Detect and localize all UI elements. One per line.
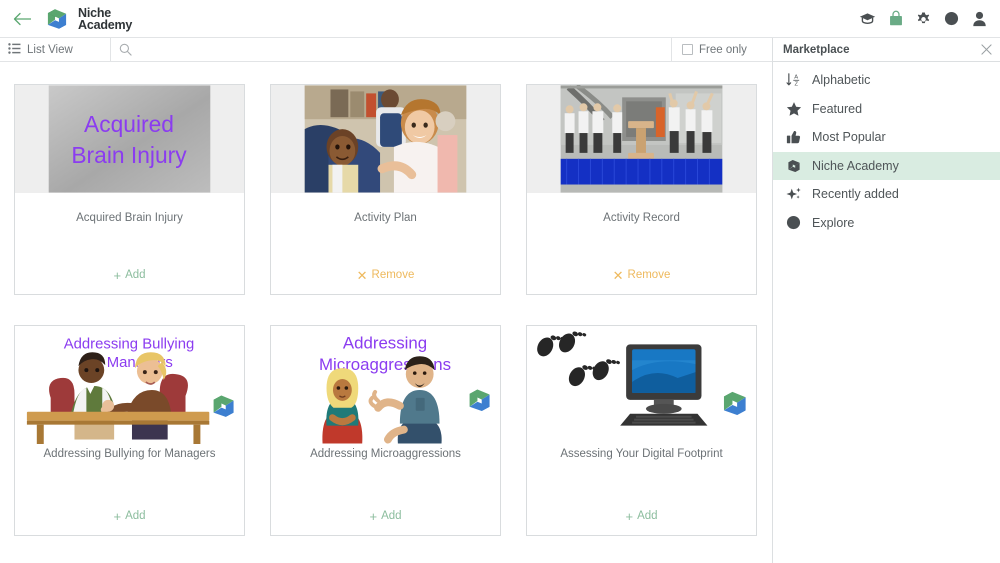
course-title: Addressing Bullying for Managers bbox=[43, 448, 216, 460]
sidebar-title: Marketplace bbox=[783, 43, 850, 56]
remove-course-button[interactable]: ✕ Remove bbox=[271, 256, 500, 294]
brand-logo-block[interactable]: Niche Academy bbox=[44, 6, 132, 32]
course-card[interactable]: Assessing Your Digital Footprint + Add bbox=[526, 325, 757, 536]
free-only-checkbox-row[interactable]: Free only bbox=[672, 44, 772, 56]
course-title: Activity Record bbox=[603, 212, 680, 224]
brand-name: Niche Academy bbox=[78, 5, 133, 32]
course-thumbnail: Addressing Bullying for Managers bbox=[15, 326, 244, 444]
plus-icon: + bbox=[113, 267, 122, 283]
svg-text:A: A bbox=[794, 75, 798, 81]
sidebar-list: A Z Alphabetic Featured Most Popular Nic… bbox=[773, 62, 1000, 237]
niche-academy-logo-icon bbox=[47, 8, 67, 29]
content-toolbar: List View Free only bbox=[0, 37, 772, 62]
sort-alpha-icon: A Z bbox=[785, 72, 802, 89]
sidebar-item-label: Recently added bbox=[812, 187, 899, 202]
brand-line-1: Niche bbox=[78, 5, 112, 20]
remove-course-label: Remove bbox=[627, 269, 671, 281]
brand-line-2: Academy bbox=[78, 17, 133, 32]
header-icon-group bbox=[859, 10, 988, 27]
course-card[interactable]: Addressing Bullying for Managers Address… bbox=[14, 325, 245, 536]
course-card[interactable]: Activity Plan ✕ Remove bbox=[270, 84, 501, 295]
course-thumbnail bbox=[527, 326, 756, 444]
gear-icon[interactable] bbox=[915, 10, 932, 27]
course-card[interactable]: Addressing Microaggressions Addressing M… bbox=[270, 325, 501, 536]
sidebar-item-most-popular[interactable]: Most Popular bbox=[773, 123, 1000, 152]
back-arrow-icon[interactable] bbox=[12, 8, 34, 30]
star-icon bbox=[785, 100, 802, 117]
thumb-title-line-1: Addressing bbox=[343, 333, 427, 352]
close-icon[interactable] bbox=[981, 44, 992, 55]
search-icon bbox=[119, 43, 132, 61]
sidebar-item-label: Niche Academy bbox=[812, 158, 899, 173]
add-course-button[interactable]: + Add bbox=[527, 497, 756, 535]
plus-icon: + bbox=[113, 508, 122, 524]
add-course-label: Add bbox=[381, 510, 402, 522]
sidebar-header: Marketplace bbox=[773, 38, 1000, 62]
sidebar-item-label: Alphabetic bbox=[812, 73, 871, 88]
course-thumbnail: Acquired Brain Injury bbox=[15, 85, 244, 193]
marketplace-page: Niche Academy List View Free only Acquir… bbox=[0, 0, 1000, 563]
marketplace-sidebar: Marketplace A Z Alphabetic Featured Most… bbox=[772, 38, 1000, 563]
add-course-button[interactable]: + Add bbox=[271, 497, 500, 535]
course-title: Addressing Microaggressions bbox=[310, 448, 461, 460]
sidebar-item-recently-added[interactable]: Recently added bbox=[773, 180, 1000, 209]
graduation-cap-icon[interactable] bbox=[859, 10, 876, 27]
list-icon bbox=[8, 41, 21, 59]
course-card[interactable]: Activity Record ✕ Remove bbox=[526, 84, 757, 295]
add-course-button[interactable]: + Add bbox=[15, 497, 244, 535]
list-view-toggle[interactable]: List View bbox=[0, 41, 110, 59]
free-only-checkbox[interactable] bbox=[682, 44, 693, 55]
course-thumbnail bbox=[271, 85, 500, 193]
free-only-label: Free only bbox=[699, 43, 747, 56]
add-course-button[interactable]: + Add bbox=[15, 256, 244, 294]
circle-avatar-icon[interactable] bbox=[943, 10, 960, 27]
thumb-title-line-1: Addressing Bullying bbox=[64, 336, 195, 352]
circle-icon bbox=[785, 214, 802, 231]
niche-logo-icon bbox=[785, 157, 802, 174]
plus-icon: + bbox=[625, 508, 634, 524]
close-icon: ✕ bbox=[356, 267, 368, 283]
add-course-label: Add bbox=[125, 269, 146, 281]
shopping-bag-icon[interactable] bbox=[887, 10, 904, 27]
svg-text:Z: Z bbox=[794, 82, 798, 88]
course-title: Acquired Brain Injury bbox=[76, 212, 183, 224]
user-icon[interactable] bbox=[971, 10, 988, 27]
course-title: Activity Plan bbox=[354, 212, 417, 224]
thumb-title-line-2: Brain Injury bbox=[71, 142, 187, 168]
sidebar-item-label: Explore bbox=[812, 215, 855, 230]
add-course-label: Add bbox=[125, 510, 146, 522]
sidebar-item-niche-academy[interactable]: Niche Academy bbox=[773, 151, 1000, 180]
course-card[interactable]: Acquired Brain Injury Acquired Brain Inj… bbox=[14, 84, 245, 295]
search-input[interactable] bbox=[139, 38, 671, 61]
thumb-title-line-1: Acquired bbox=[84, 111, 174, 137]
sidebar-item-featured[interactable]: Featured bbox=[773, 95, 1000, 124]
list-view-label: List View bbox=[27, 43, 73, 56]
sidebar-item-label: Most Popular bbox=[812, 130, 886, 145]
search-field-wrapper[interactable] bbox=[110, 37, 672, 62]
course-grid: Acquired Brain Injury Acquired Brain Inj… bbox=[0, 63, 772, 536]
course-thumbnail: Addressing Microaggressions bbox=[271, 326, 500, 444]
close-icon: ✕ bbox=[612, 267, 624, 283]
sidebar-item-alphabetic[interactable]: A Z Alphabetic bbox=[773, 66, 1000, 95]
sidebar-item-explore[interactable]: Explore bbox=[773, 209, 1000, 238]
sidebar-item-label: Featured bbox=[812, 101, 863, 116]
app-header: Niche Academy bbox=[0, 0, 1000, 38]
course-thumbnail bbox=[527, 85, 756, 193]
remove-course-label: Remove bbox=[371, 269, 415, 281]
course-grid-region: Acquired Brain Injury Acquired Brain Inj… bbox=[0, 63, 772, 563]
thumbs-up-icon bbox=[785, 129, 802, 146]
course-title: Assessing Your Digital Footprint bbox=[560, 448, 723, 460]
remove-course-button[interactable]: ✕ Remove bbox=[527, 256, 756, 294]
plus-icon: + bbox=[369, 508, 378, 524]
add-course-label: Add bbox=[637, 510, 658, 522]
sparkle-icon bbox=[785, 186, 802, 203]
